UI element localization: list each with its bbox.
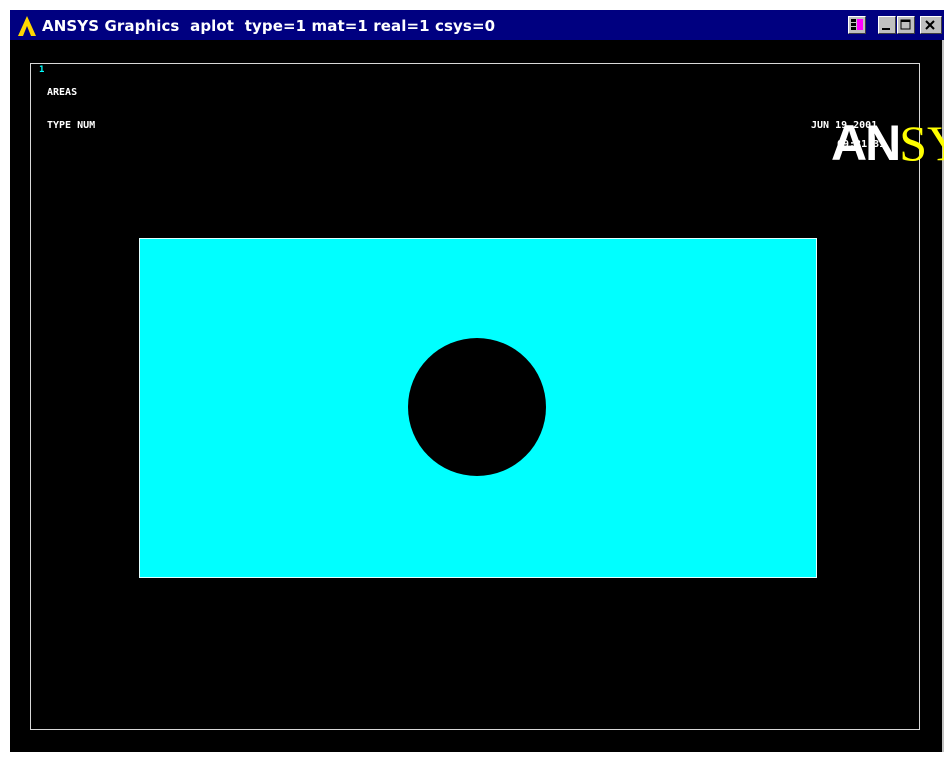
ansys-wordmark: ANSYS [756,68,944,168]
ansys-graphics-window: ANSYS Graphics aplot type=1 mat=1 real=1… [10,10,944,752]
wordmark-sys: SYS [899,115,944,171]
minimize-icon [882,28,890,30]
minimize-button[interactable] [878,16,896,34]
wordmark-an: AN [831,115,901,171]
rectangular-area [139,238,817,578]
maximize-icon [900,19,911,30]
numbering-label: TYPE NUM [47,120,96,131]
ansys-logo-icon [16,15,38,37]
restore-menu-icon [851,19,863,30]
close-button[interactable] [920,16,942,34]
maximize-button[interactable] [897,16,915,34]
window-title: ANSYS Graphics aplot type=1 mat=1 real=1… [42,17,496,35]
circular-hole [408,338,546,476]
title-bar[interactable]: ANSYS Graphics aplot type=1 mat=1 real=1… [10,10,944,40]
close-icon [925,20,935,30]
window-number: 1 [39,65,45,75]
entity-label: AREAS [47,87,78,98]
graphics-canvas[interactable]: 1 AREAS TYPE NUM JUN 19 2001 09:21:31 AN… [10,40,944,752]
restore-menu-button[interactable] [848,16,866,34]
